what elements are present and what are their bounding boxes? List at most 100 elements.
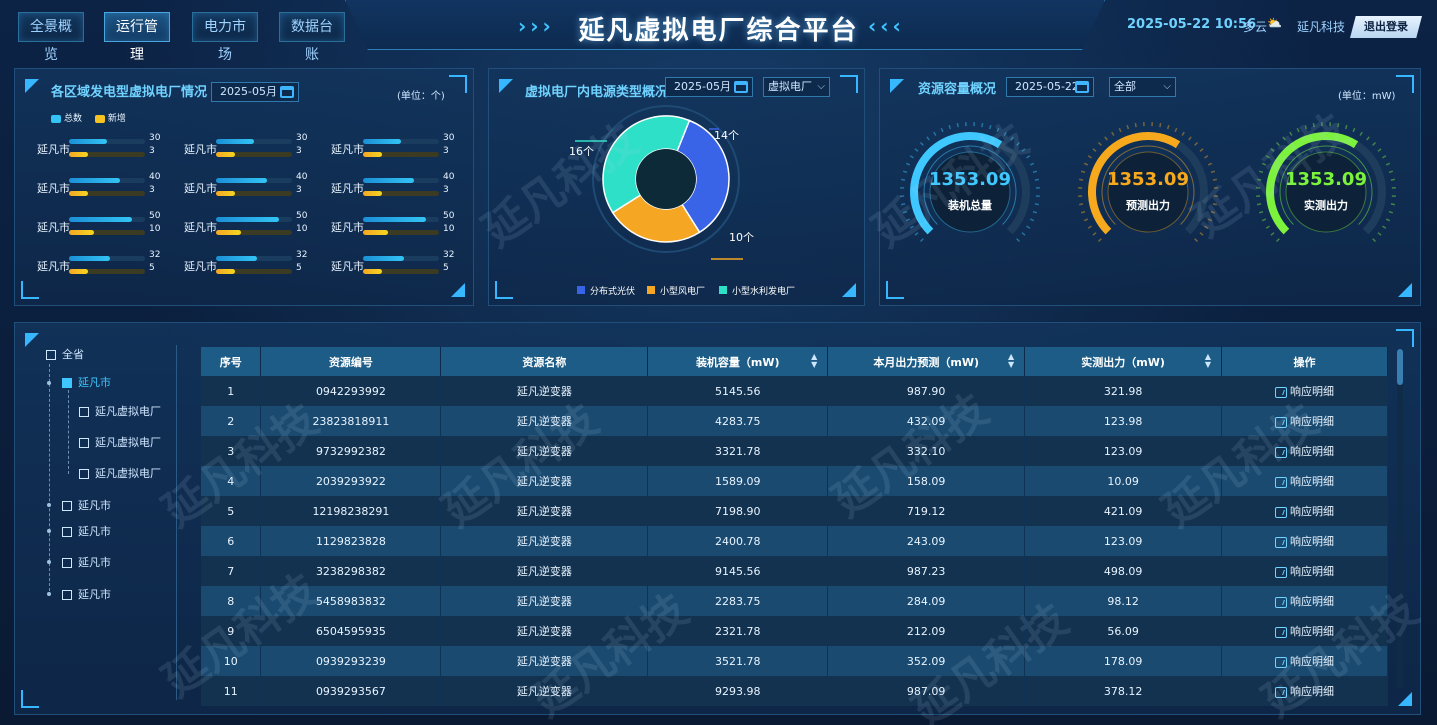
response-detail-link[interactable]: 响应明细 [1275,685,1334,698]
sort-icon[interactable]: ▲ ▼ [1205,353,1211,369]
tree-node[interactable]: 延凡市 [62,586,111,602]
response-detail-link[interactable]: 响应明细 [1275,565,1334,578]
checkbox[interactable] [62,501,72,511]
legend-label: 小型风电厂 [660,285,705,297]
response-detail-label: 响应明细 [1290,475,1335,488]
new-bar [216,230,242,235]
gauge-tick [1382,155,1387,159]
logout-button[interactable]: 退出登录 [1350,16,1422,38]
total-value: 30 [149,133,161,143]
response-detail-link[interactable]: 响应明细 [1275,655,1334,668]
legend-total-label: 总数 [64,114,83,124]
cell-resource-id: 3238298382 [260,556,442,586]
total-bar [216,217,280,222]
table-row: 9 6504595935 延凡逆变器 2321.78 212.09 56.09 响应明细 [201,616,1388,646]
gauge-label: 装机总量 [948,199,992,212]
new-bar [363,152,382,157]
checkbox[interactable] [62,378,72,388]
cell-resource-id: 0939293239 [260,646,442,676]
gauge-tick [1282,136,1286,141]
response-detail-link[interactable]: 响应明细 [1275,625,1334,638]
date-picker[interactable]: 2025-05-22 [1006,77,1094,97]
tree-leaf[interactable]: 延凡虚拟电厂 [79,465,161,481]
donut-hole [636,149,696,209]
cell-resource-name: 延凡逆变器 [440,646,649,676]
table-scrollbar[interactable] [1397,349,1403,689]
sort-icon[interactable]: ▲ ▼ [1008,353,1014,369]
date-picker[interactable]: 2025-05月 [211,82,299,102]
response-detail-link[interactable]: 响应明细 [1275,475,1334,488]
response-detail-link[interactable]: 响应明细 [1275,415,1334,428]
total-bar-track [363,217,439,222]
cell-resource-name: 延凡逆变器 [440,556,649,586]
detail-icon [1275,656,1288,668]
checkbox[interactable] [79,438,89,448]
cell-measured-output: 321.98 [1024,376,1223,406]
resource-select-value: 全部 [1114,80,1136,93]
detail-icon [1275,446,1288,458]
cell-installed-capacity: 4283.75 [647,406,829,436]
tree-node[interactable]: 延凡市 [62,554,111,570]
legend-label: 小型水利发电厂 [732,285,795,297]
col-installed-capacity[interactable]: 装机容量（mW) ▲ ▼ [647,347,829,376]
resource-select[interactable]: 全部 ⌵ [1109,77,1176,97]
gauge-tick [1029,218,1035,222]
scrollbar-thumb[interactable] [1397,349,1403,385]
response-detail-link[interactable]: 响应明细 [1275,595,1334,608]
corner-decoration [886,281,904,299]
total-value: 40 [443,172,455,182]
gauge-tick [1134,123,1137,128]
checkbox[interactable] [62,590,72,600]
legend-label: 分布式光伏 [590,285,635,297]
total-bar [216,139,254,144]
detail-icon [1275,536,1288,548]
col-forecast-output[interactable]: 本月出力预测（mW) ▲ ▼ [827,347,1026,376]
tree-node-selected[interactable]: 延凡市 [62,374,111,390]
date-value: 2025-05-22 [1015,80,1079,93]
tree-leaf[interactable]: 延凡虚拟电厂 [79,434,161,450]
checkbox[interactable] [46,350,56,360]
region-bar-item: 延凡市 40 3 [331,172,471,202]
checkbox[interactable] [62,527,72,537]
gauge-tick [1265,225,1270,229]
cell-index: 3 [201,436,262,466]
gauge-tick [1204,225,1209,229]
total-value: 40 [296,172,308,182]
col-measured-output[interactable]: 实测出力（mW) ▲ ▼ [1024,347,1223,376]
response-detail-link[interactable]: 响应明细 [1275,385,1334,398]
checkbox[interactable] [62,558,72,568]
sort-icon[interactable]: ▲ ▼ [811,353,817,369]
total-bar [216,178,267,183]
gauge-tick [981,123,984,128]
tree-node[interactable]: 延凡市 [62,497,111,513]
gauge-tick [1026,155,1031,159]
table-row: 6 1129823828 延凡逆变器 2400.78 243.09 123.09 响应明细 [201,526,1388,556]
gauge-tick [1382,225,1387,229]
response-detail-link[interactable]: 响应明细 [1275,445,1334,458]
cell-resource-name: 延凡逆变器 [440,436,649,466]
total-value: 50 [443,211,455,221]
col-index: 序号 [201,347,262,376]
tree-root[interactable]: 全省 [46,346,84,362]
gauge-tick [926,136,930,141]
new-bar-track [363,269,439,274]
gauge-tick [1010,136,1014,141]
new-bar [69,191,88,196]
response-detail-link[interactable]: 响应明细 [1275,535,1334,548]
tree-node[interactable]: 延凡市 [62,523,111,539]
checkbox[interactable] [79,407,89,417]
cell-action: 响应明细 [1221,616,1388,646]
gauge-tick [919,141,924,146]
checkbox[interactable] [79,469,89,479]
gauge-tick [1194,141,1199,146]
cell-index: 11 [201,676,262,706]
new-bar-track [363,191,439,196]
corner-decoration [1396,75,1414,93]
response-detail-label: 响应明细 [1290,415,1335,428]
cell-forecast-output: 987.90 [827,376,1026,406]
new-bar-track [216,191,292,196]
response-detail-link[interactable]: 响应明细 [1275,505,1334,518]
gauge-tick [1261,162,1267,166]
tree-leaf[interactable]: 延凡虚拟电厂 [79,403,161,419]
new-value: 3 [443,146,449,156]
